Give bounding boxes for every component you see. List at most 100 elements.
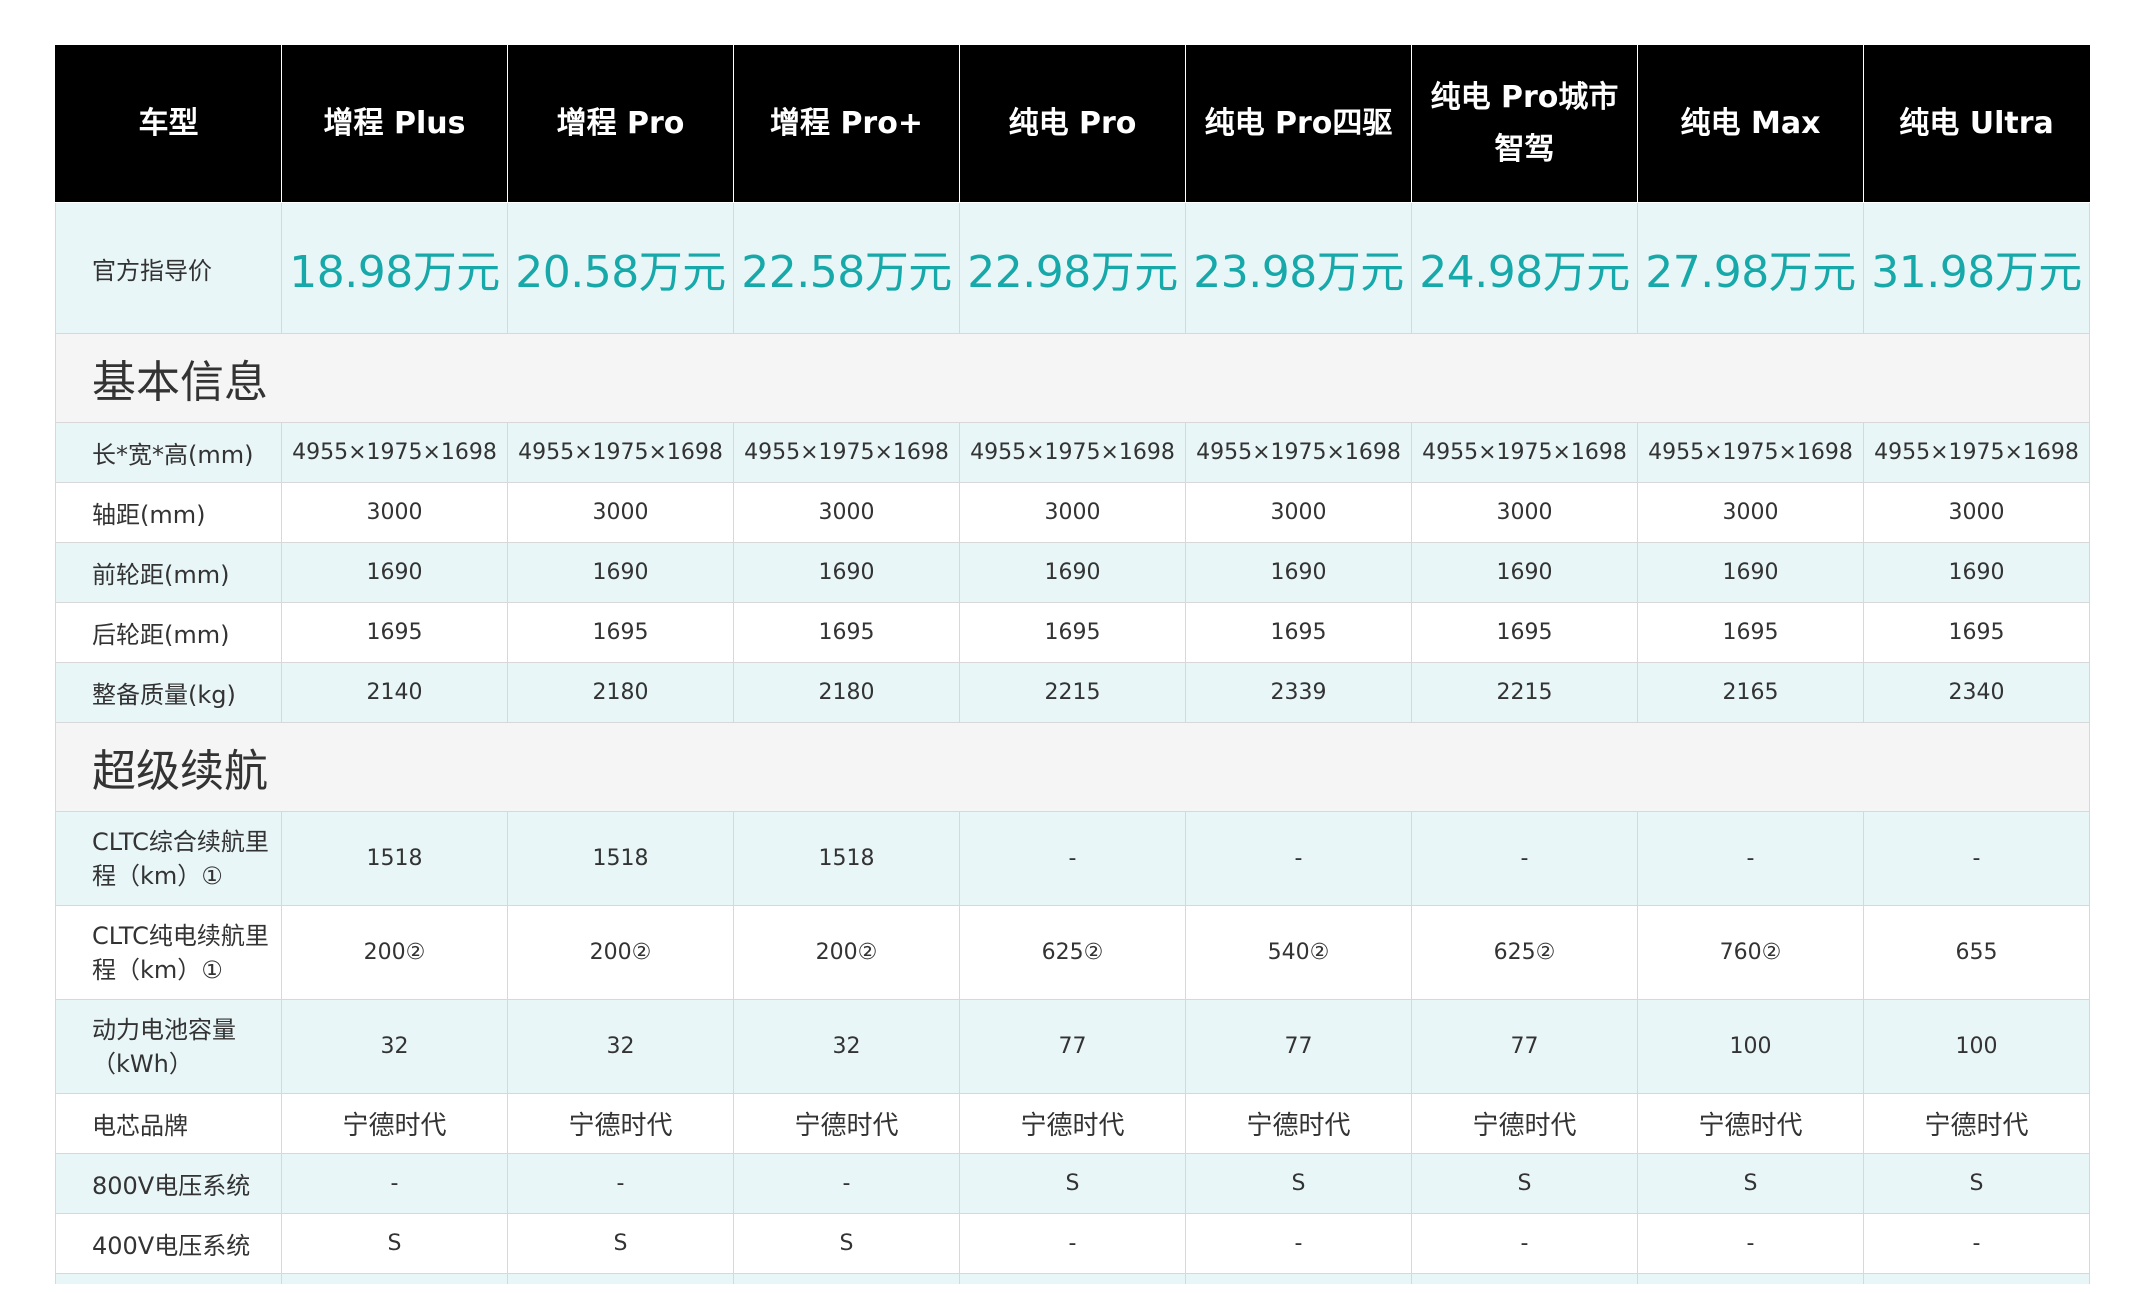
spec-cell-partial: [1863, 1273, 2090, 1284]
model-header: 纯电 Pro城市智驾: [1411, 45, 1638, 203]
model-header: 增程 Pro: [507, 45, 734, 203]
spec-row-partial: [55, 1273, 2090, 1284]
spec-label: 长*宽*高(mm): [55, 422, 282, 483]
spec-value: 1690: [1411, 542, 1638, 603]
spec-value: 77: [959, 999, 1186, 1094]
model-header: 纯电 Max: [1637, 45, 1864, 203]
price-value: 31.98万元: [1863, 202, 2090, 334]
price-value: 24.98万元: [1411, 202, 1638, 334]
spec-value: 宁德时代: [281, 1093, 508, 1154]
spec-value: 32: [507, 999, 734, 1094]
spec-label: 前轮距(mm): [55, 542, 282, 603]
model-header: 纯电 Pro四驱: [1185, 45, 1412, 203]
spec-value: 1695: [1185, 602, 1412, 663]
spec-value: S: [507, 1213, 734, 1274]
spec-value: S: [1863, 1153, 2090, 1214]
section-title: 基本信息: [55, 333, 2090, 423]
spec-value: 2140: [281, 662, 508, 723]
spec-value: 4955×1975×1698: [733, 422, 960, 483]
price-label: 官方指导价: [55, 202, 282, 334]
spec-value: 655: [1863, 905, 2090, 1000]
spec-cell-partial: [959, 1273, 1186, 1284]
spec-table-container: 车型 增程 Plus 增程 Pro 增程 Pro+ 纯电 Pro 纯电 Pro四…: [55, 45, 2090, 1284]
spec-value: 3000: [733, 482, 960, 543]
spec-value: 2180: [507, 662, 734, 723]
spec-value: 4955×1975×1698: [959, 422, 1186, 483]
spec-row: 长*宽*高(mm) 4955×1975×1698 4955×1975×1698 495…: [55, 422, 2090, 483]
spec-value: -: [1863, 811, 2090, 906]
spec-value: 宁德时代: [507, 1093, 734, 1154]
spec-value: 1690: [959, 542, 1186, 603]
spec-value: 100: [1637, 999, 1864, 1094]
spec-value: S: [281, 1213, 508, 1274]
spec-value: 200②: [281, 905, 508, 1000]
spec-value: 1695: [733, 602, 960, 663]
spec-cell-partial: [281, 1273, 508, 1284]
spec-row: 电芯品牌 宁德时代 宁德时代 宁德时代 宁德时代 宁德时代 宁德时代 宁德时代 宁德时代: [55, 1093, 2090, 1154]
spec-row: 后轮距(mm) 1695 1695 1695 1695 1695 1695 1695 1695: [55, 602, 2090, 663]
spec-value: 32: [281, 999, 508, 1094]
spec-value: 200②: [733, 905, 960, 1000]
price-value: 27.98万元: [1637, 202, 1864, 334]
spec-label: 电芯品牌: [55, 1093, 282, 1154]
spec-value: 4955×1975×1698: [1185, 422, 1412, 483]
spec-value: 77: [1411, 999, 1638, 1094]
header-row: 车型 增程 Plus 增程 Pro 增程 Pro+ 纯电 Pro 纯电 Pro四…: [55, 45, 2090, 203]
spec-label: 动力电池容量（kWh）: [55, 999, 282, 1094]
spec-cell-partial: [1411, 1273, 1638, 1284]
price-value: 22.58万元: [733, 202, 960, 334]
spec-value: -: [959, 811, 1186, 906]
spec-value: -: [1411, 811, 1638, 906]
spec-value: 760②: [1637, 905, 1864, 1000]
spec-value: 1518: [507, 811, 734, 906]
spec-value: S: [1637, 1153, 1864, 1214]
spec-value: 1695: [959, 602, 1186, 663]
spec-value: 77: [1185, 999, 1412, 1094]
spec-label: 轴距(mm): [55, 482, 282, 543]
spec-value: 1695: [1863, 602, 2090, 663]
spec-value: 4955×1975×1698: [1637, 422, 1864, 483]
spec-value: 4955×1975×1698: [1411, 422, 1638, 483]
spec-value: S: [1185, 1153, 1412, 1214]
spec-cell-partial: [55, 1273, 282, 1284]
spec-row: 800V电压系统 - - - S S S S S: [55, 1153, 2090, 1214]
spec-value: 1518: [281, 811, 508, 906]
spec-value: 宁德时代: [1637, 1093, 1864, 1154]
spec-value: 32: [733, 999, 960, 1094]
price-value: 20.58万元: [507, 202, 734, 334]
spec-value: 1695: [507, 602, 734, 663]
spec-label: 后轮距(mm): [55, 602, 282, 663]
spec-value: 3000: [507, 482, 734, 543]
spec-value: 1690: [733, 542, 960, 603]
model-header: 增程 Plus: [281, 45, 508, 203]
spec-table-body: 车型 增程 Plus 增程 Pro 增程 Pro+ 纯电 Pro 纯电 Pro四…: [55, 45, 2090, 1284]
spec-cell-partial: [507, 1273, 734, 1284]
spec-value: -: [1863, 1213, 2090, 1274]
spec-value: 2215: [1411, 662, 1638, 723]
spec-row: 轴距(mm) 3000 3000 3000 3000 3000 3000 3000 3000: [55, 482, 2090, 543]
price-value: 23.98万元: [1185, 202, 1412, 334]
spec-value: -: [733, 1153, 960, 1214]
spec-value: 1695: [1411, 602, 1638, 663]
spec-row: CLTC综合续航里程（km）① 1518 1518 1518- - - - -: [55, 811, 2090, 906]
spec-value: 625②: [1411, 905, 1638, 1000]
model-header: 纯电 Pro: [959, 45, 1186, 203]
spec-value: -: [1185, 1213, 1412, 1274]
price-row: 官方指导价 18.98万元 20.58万元 22.58万元 22.98万元 23…: [55, 202, 2090, 334]
spec-value: 3000: [1863, 482, 2090, 543]
spec-value: 200②: [507, 905, 734, 1000]
spec-value: -: [1185, 811, 1412, 906]
spec-label: 800V电压系统: [55, 1153, 282, 1214]
section-header-row: 超级续航: [55, 722, 2090, 812]
section-header-row: 基本信息: [55, 333, 2090, 423]
spec-value: 3000: [1411, 482, 1638, 543]
spec-value: 625②: [959, 905, 1186, 1000]
spec-value: 宁德时代: [1185, 1093, 1412, 1154]
spec-value: 1518: [733, 811, 960, 906]
spec-cell-partial: [1637, 1273, 1864, 1284]
spec-value: 3000: [1637, 482, 1864, 543]
spec-value: 1690: [1185, 542, 1412, 603]
spec-value: 1690: [507, 542, 734, 603]
spec-row: 动力电池容量（kWh） 32 32 32 77 77 77 100 100: [55, 999, 2090, 1094]
spec-value: 1690: [1863, 542, 2090, 603]
